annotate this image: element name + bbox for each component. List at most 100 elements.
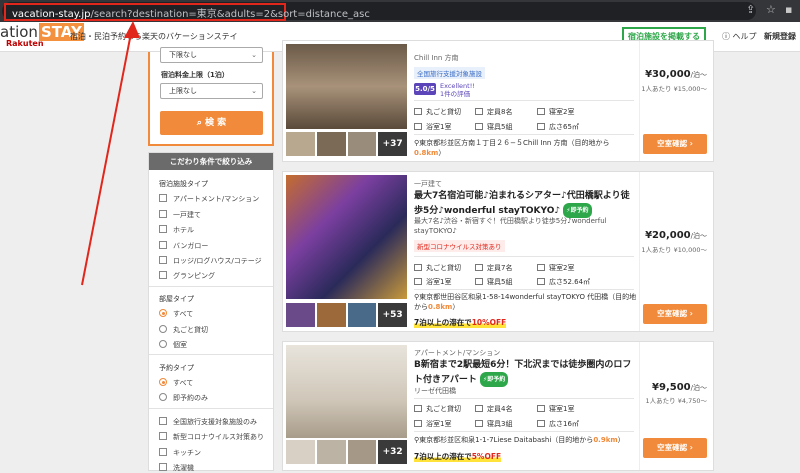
amenity-whole-rental: 丸ごと貸切	[414, 107, 461, 117]
amenity-bedding: 寝具3組	[475, 419, 512, 429]
amenity-area: 広さ52.64㎡	[537, 277, 590, 287]
amenity-area: 広さ16㎡	[537, 419, 579, 429]
price-per-person: 1人あたり ¥4,750～	[645, 397, 707, 405]
listing-card[interactable]: +37 Chill Inn 方南 全国旅行支援対象施設 5.0/5 Excell…	[282, 40, 714, 162]
amenity-whole-rental: 丸ごと貸切	[414, 404, 461, 414]
area-icon	[537, 420, 545, 427]
filter-panel: こだわり条件で絞り込み 宿泊施設タイプ アパートメント/マンション 一戸建て ホ…	[148, 152, 274, 473]
listing-title[interactable]: B新宿まで2駅最短6分！下北沢までは徒歩圏内のロフト付きアパート ⚡即予約	[414, 359, 634, 387]
bedding-icon	[475, 420, 483, 427]
amenity-bedrooms: 寝室2室	[537, 107, 574, 117]
booking-type-option[interactable]: すべて	[159, 378, 193, 388]
check-availability-button[interactable]: 空室確認 ›	[643, 134, 707, 154]
facility-option[interactable]: ロッジ/ログハウス/コテージ	[159, 256, 262, 266]
more-photos-count[interactable]: +32	[378, 440, 407, 464]
bath-icon	[414, 420, 422, 427]
listing-thumbnails[interactable]: +53	[286, 303, 407, 327]
extra-filter-option[interactable]: 洗濯機	[159, 463, 194, 473]
divider	[414, 134, 634, 135]
bed-icon	[537, 405, 545, 412]
listing-price: ¥20,000/泊～	[645, 230, 707, 241]
booking-type-label: 予約タイプ	[159, 364, 194, 372]
checkbox	[159, 448, 167, 456]
room-type-option[interactable]: 丸ごと貸切	[159, 325, 208, 335]
check-availability-button[interactable]: 空室確認 ›	[643, 438, 707, 458]
share-icon[interactable]: ⇪	[746, 3, 755, 16]
amenity-bathrooms: 浴室1室	[414, 122, 451, 132]
listing-thumbnails[interactable]: +37	[286, 132, 407, 156]
person-icon	[475, 405, 483, 412]
extra-filter-option[interactable]: キッチン	[159, 448, 201, 458]
search-button[interactable]: ⌕ 検 索	[160, 111, 263, 135]
radio	[159, 325, 167, 333]
booking-type-option[interactable]: 即予約のみ	[159, 393, 208, 403]
min-price-select[interactable]: 下限なし ⌄	[160, 47, 263, 63]
long-stay-discount: 7泊以上の滞在で5%OFF	[414, 451, 502, 462]
price-per-person: 1人あたり ¥15,000～	[641, 85, 707, 93]
listing-photo[interactable]	[286, 345, 407, 438]
room-type-option[interactable]: すべて	[159, 309, 193, 319]
listing-card[interactable]: +53 一戸建て 最大7名宿泊可能♪泊まれるシアター♪代田橋駅より徒歩5分♪wo…	[282, 171, 714, 332]
checkbox	[159, 256, 167, 264]
amenity-whole-rental: 丸ごと貸切	[414, 263, 461, 273]
review-summary: Excellent!! 1件の評価	[440, 82, 475, 98]
radio	[159, 340, 167, 348]
listing-card[interactable]: +32 アパートメント/マンション B新宿まで2駅最短6分！下北沢までは徒歩圏内…	[282, 341, 714, 471]
divider	[414, 289, 634, 290]
amenity-capacity: 定員8名	[475, 107, 512, 117]
listing-thumbnails[interactable]: +32	[286, 440, 407, 464]
facility-option[interactable]: アパートメント/マンション	[159, 194, 259, 204]
area-icon	[537, 278, 545, 285]
amenity-bedrooms: 寝室2室	[537, 263, 574, 273]
listing-photo[interactable]	[286, 175, 407, 299]
amenity-capacity: 定員4名	[475, 404, 512, 414]
help-link[interactable]: ⓘ ヘルプ	[722, 31, 757, 42]
rakuten-logo: Rakuten	[6, 39, 44, 48]
radio	[159, 378, 167, 386]
facility-option[interactable]: 一戸建て	[159, 210, 201, 220]
listing-title[interactable]: 最大7名宿泊可能♪泊まれるシアター♪代田橋駅より徒歩5分♪wonderful s…	[414, 190, 634, 218]
checkbox	[159, 417, 167, 425]
extension-icon[interactable]: ▪	[785, 3, 792, 16]
divider	[149, 286, 273, 287]
house-icon	[414, 405, 422, 412]
more-photos-count[interactable]: +37	[378, 132, 407, 156]
area-icon	[537, 123, 545, 130]
price-per-person: 1人あたり ¥10,000～	[641, 246, 707, 254]
more-photos-count[interactable]: +53	[378, 303, 407, 327]
room-type-option[interactable]: 個室	[159, 340, 187, 350]
listing-description: リーゼ代田橋	[414, 387, 456, 395]
amenity-bathrooms: 浴室1室	[414, 277, 451, 287]
extra-filter-option[interactable]: 全国旅行支援対象施設のみ	[159, 417, 257, 427]
extra-filter-option[interactable]: 新型コロナウイルス対策あり	[159, 432, 264, 442]
max-price-select[interactable]: 上限なし ⌄	[160, 83, 263, 99]
facility-option[interactable]: バンガロー	[159, 241, 208, 251]
facility-option[interactable]: グランピング	[159, 271, 215, 281]
register-link[interactable]: 新規登録	[764, 31, 796, 42]
listing-name: Chill Inn 方南	[414, 54, 459, 62]
listing-price: ¥9,500/泊～	[652, 382, 707, 393]
check-availability-button[interactable]: 空室確認 ›	[643, 304, 707, 324]
divider	[414, 398, 634, 399]
chevron-down-icon: ⌄	[251, 51, 257, 59]
listing-description: 最大7名♪渋谷・新宿すぐ！代田橋駅より徒歩5分♪wonderful stayTO…	[414, 217, 607, 235]
checkbox	[159, 210, 167, 218]
address-bar[interactable]: vacation-stay.jp/search?destination=東京&a…	[2, 2, 756, 21]
facility-type-label: 宿泊施設タイプ	[159, 180, 208, 188]
facility-option[interactable]: ホテル	[159, 225, 194, 235]
listing-photo[interactable]	[286, 44, 407, 129]
checkbox	[159, 271, 167, 279]
instant-booking-tag: ⚡即予約	[479, 372, 509, 387]
url-text[interactable]: vacation-stay.jp/search?destination=東京&a…	[12, 5, 370, 20]
divider	[414, 100, 634, 101]
travel-support-badge: 全国旅行支援対象施設	[414, 67, 485, 79]
person-icon	[475, 108, 483, 115]
help-icon: ⓘ	[722, 32, 730, 41]
bookmark-star-icon[interactable]: ☆	[766, 3, 776, 16]
house-icon	[414, 264, 422, 271]
listing-address: ⚲東京都杉並区方南１丁目２６−５Chill Inn 方南（目的地から0.8km）	[414, 139, 610, 157]
bath-icon	[414, 278, 422, 285]
divider	[414, 431, 634, 432]
bath-icon	[414, 123, 422, 130]
covid-measures-badge: 新型コロナウイルス対策あり	[414, 240, 505, 252]
